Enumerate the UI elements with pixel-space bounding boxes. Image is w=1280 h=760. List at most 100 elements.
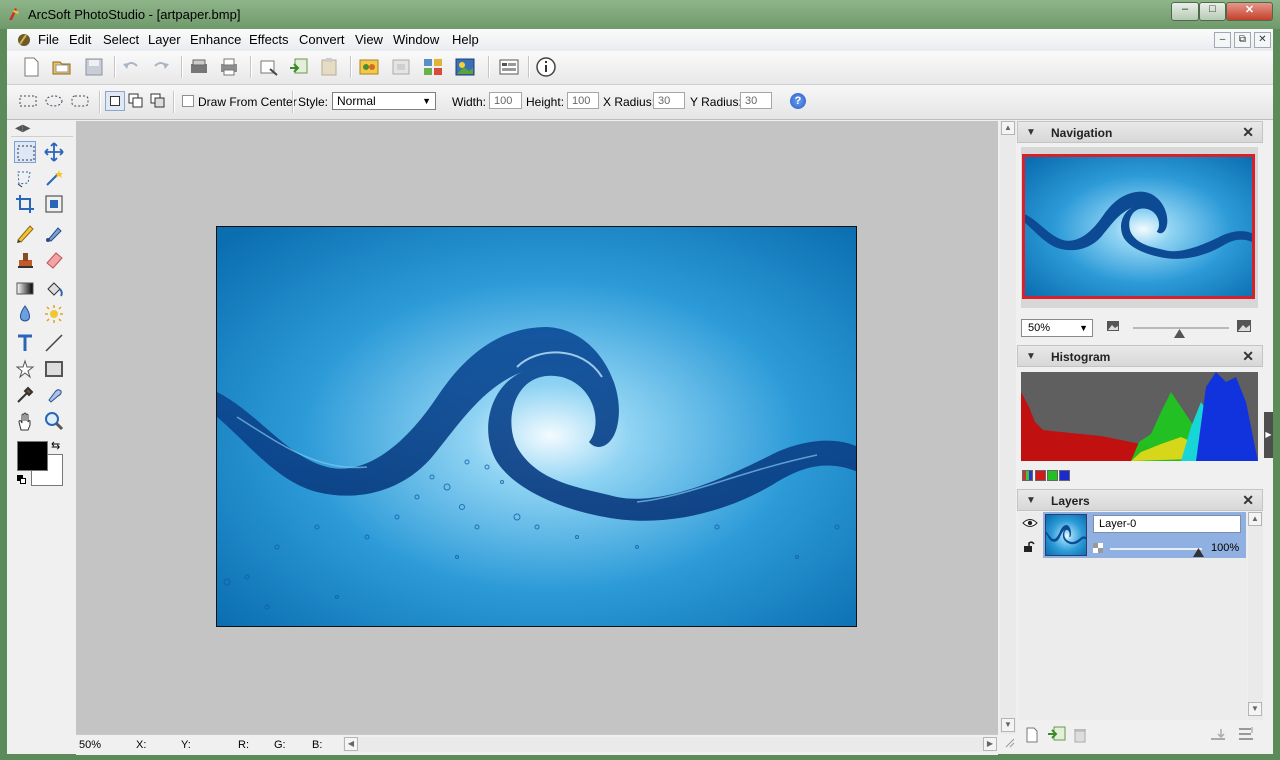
- help-icon[interactable]: ?: [790, 93, 806, 109]
- slideshow-icon[interactable]: [422, 56, 444, 78]
- draw-from-center-checkbox[interactable]: [182, 95, 194, 107]
- collapse-icon[interactable]: ▼: [1026, 495, 1036, 506]
- smudge-tool[interactable]: [43, 384, 65, 406]
- foreground-color-swatch[interactable]: [17, 441, 48, 471]
- line-tool[interactable]: [43, 332, 65, 354]
- duplicate-layer-icon[interactable]: [1047, 725, 1067, 743]
- frame-icon[interactable]: [390, 56, 412, 78]
- minimize-button[interactable]: –: [1171, 2, 1199, 21]
- image-canvas[interactable]: [216, 226, 857, 627]
- info-icon[interactable]: [535, 56, 557, 78]
- transform-tool[interactable]: [43, 193, 65, 215]
- close-icon[interactable]: ✕: [1242, 348, 1254, 365]
- menu-file[interactable]: File: [38, 32, 59, 47]
- navigation-preview[interactable]: [1021, 147, 1258, 308]
- menu-window[interactable]: Window: [393, 32, 439, 47]
- menu-view[interactable]: View: [355, 32, 383, 47]
- redo-icon[interactable]: [150, 56, 172, 78]
- panel-toggle-icon[interactable]: ◀▶: [15, 123, 30, 134]
- mdi-close-button[interactable]: ✕: [1254, 32, 1271, 48]
- zoom-in-icon[interactable]: [1236, 319, 1252, 333]
- shape-tool[interactable]: [14, 358, 36, 380]
- width-input[interactable]: 100: [489, 92, 522, 109]
- rounded-marquee-icon[interactable]: [70, 93, 90, 109]
- scroll-up-button[interactable]: ▲: [1001, 121, 1015, 135]
- fill-tool[interactable]: [43, 277, 65, 299]
- clone-tool[interactable]: [14, 248, 36, 270]
- save-icon[interactable]: [83, 56, 105, 78]
- add-selection-icon[interactable]: [128, 93, 144, 109]
- menu-convert[interactable]: Convert: [299, 32, 345, 47]
- undo-icon[interactable]: [120, 56, 142, 78]
- move-tool[interactable]: [43, 141, 65, 163]
- scroll-right-button[interactable]: ▶: [983, 737, 997, 751]
- default-colors-icon[interactable]: [17, 475, 26, 484]
- collapse-icon[interactable]: ▼: [1026, 351, 1036, 362]
- scroll-left-button[interactable]: ◀: [344, 737, 358, 751]
- subtract-selection-icon[interactable]: [150, 93, 166, 109]
- blur-tool[interactable]: [14, 303, 36, 325]
- view-rectangle[interactable]: [1022, 154, 1255, 299]
- collapse-icon[interactable]: ▼: [1026, 127, 1036, 138]
- layers-scroll-down-button[interactable]: ▼: [1248, 702, 1262, 716]
- lock-icon[interactable]: [1023, 541, 1035, 553]
- gradient-tool[interactable]: [14, 277, 36, 299]
- brush-tool[interactable]: [43, 222, 65, 244]
- close-button[interactable]: ✕: [1226, 2, 1273, 21]
- menu-effects[interactable]: Effects: [249, 32, 289, 47]
- open-icon[interactable]: [51, 56, 73, 78]
- menu-help[interactable]: Help: [452, 32, 479, 47]
- ellipse-marquee-icon[interactable]: [44, 93, 64, 109]
- eyedropper-tool[interactable]: [14, 384, 36, 406]
- yradius-input[interactable]: 30: [740, 92, 772, 109]
- trash-icon[interactable]: [1073, 727, 1087, 743]
- histogram-blue-channel-button[interactable]: [1059, 470, 1070, 481]
- navigation-panel-header[interactable]: ▼ Navigation ✕: [1017, 121, 1263, 143]
- new-icon[interactable]: [20, 56, 42, 78]
- xradius-input[interactable]: 30: [653, 92, 685, 109]
- marquee-tool[interactable]: [14, 141, 36, 163]
- histogram-panel-header[interactable]: ▼ Histogram ✕: [1017, 345, 1263, 367]
- zoom-tool[interactable]: [43, 410, 65, 432]
- pencil-tool[interactable]: [14, 222, 36, 244]
- zoom-slider-thumb[interactable]: [1174, 327, 1186, 338]
- flatten-icon[interactable]: [1237, 725, 1255, 743]
- scroll-down-button[interactable]: ▼: [1001, 718, 1015, 732]
- mdi-restore-button[interactable]: ⧉: [1234, 32, 1251, 48]
- layers-scroll-up-button[interactable]: ▲: [1248, 512, 1262, 526]
- histogram-green-channel-button[interactable]: [1047, 470, 1058, 481]
- scan-icon[interactable]: [188, 56, 210, 78]
- maximize-button[interactable]: □: [1199, 2, 1226, 21]
- swap-colors-icon[interactable]: ⇆: [51, 439, 60, 452]
- new-selection-button[interactable]: [105, 91, 125, 111]
- menu-edit[interactable]: Edit: [69, 32, 91, 47]
- menu-select[interactable]: Select: [103, 32, 139, 47]
- browser-icon[interactable]: [498, 56, 520, 78]
- layers-scrollbar[interactable]: [1248, 512, 1263, 720]
- photo-icon[interactable]: [358, 56, 380, 78]
- histogram-all-channels-button[interactable]: [1022, 470, 1033, 481]
- lasso-tool[interactable]: [14, 167, 36, 189]
- brightness-tool[interactable]: [43, 303, 65, 325]
- horizontal-scrollbar[interactable]: [343, 737, 993, 752]
- layers-panel-header[interactable]: ▼ Layers ✕: [1017, 489, 1263, 511]
- crop-tool[interactable]: [14, 193, 36, 215]
- hand-tool[interactable]: [14, 410, 36, 432]
- eraser-tool[interactable]: [43, 248, 65, 270]
- import-icon[interactable]: [258, 56, 280, 78]
- layer-name-field[interactable]: Layer-0: [1093, 515, 1241, 533]
- histogram-red-channel-button[interactable]: [1035, 470, 1046, 481]
- mdi-minimize-button[interactable]: –: [1214, 32, 1231, 48]
- menu-enhance[interactable]: Enhance: [190, 32, 241, 47]
- zoom-out-icon[interactable]: [1106, 320, 1120, 332]
- panel-collapse-handle[interactable]: ▶: [1264, 412, 1273, 458]
- new-layer-icon[interactable]: [1025, 727, 1039, 743]
- gallery-icon[interactable]: [454, 56, 476, 78]
- print-icon[interactable]: [218, 56, 240, 78]
- close-icon[interactable]: ✕: [1242, 492, 1254, 509]
- paste-icon[interactable]: [318, 56, 340, 78]
- menu-layer[interactable]: Layer: [148, 32, 181, 47]
- height-input[interactable]: 100: [567, 92, 599, 109]
- text-tool[interactable]: [14, 332, 36, 354]
- navigation-zoom-select[interactable]: 50% ▼: [1021, 319, 1093, 337]
